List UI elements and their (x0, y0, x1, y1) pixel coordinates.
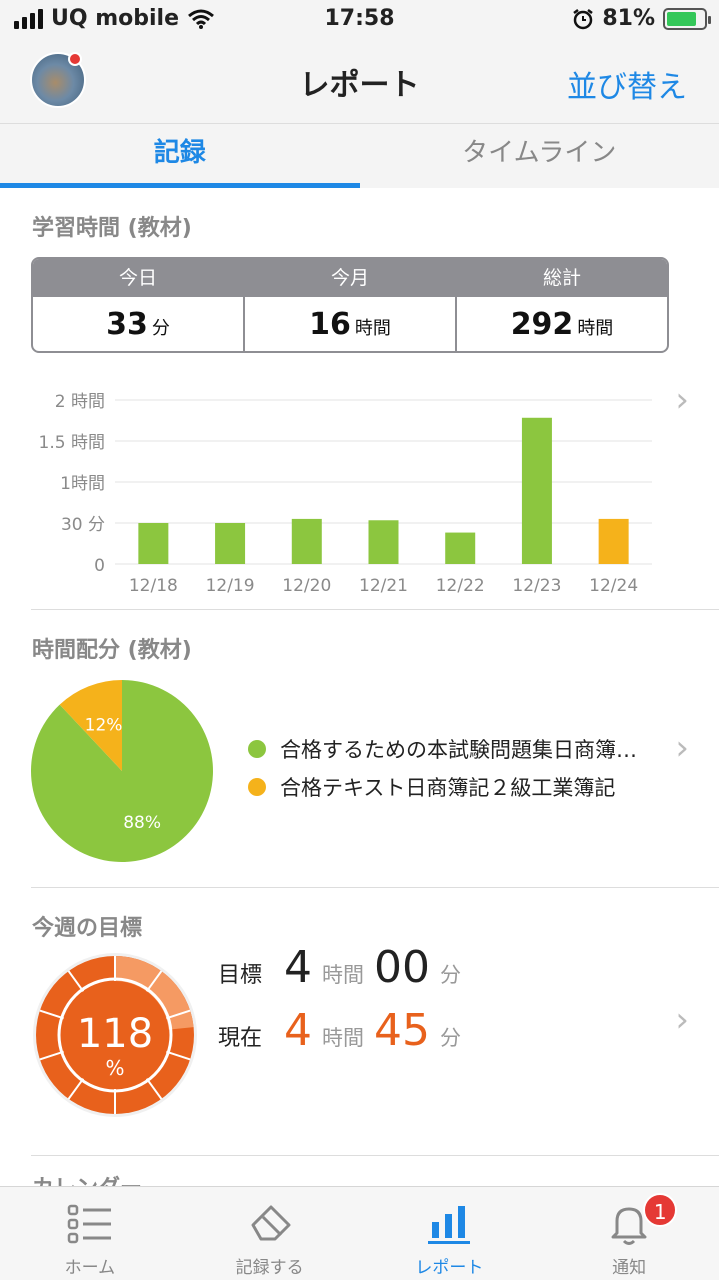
goal-target-row: 目標 4 時間 00 分 (218, 942, 461, 993)
tab-home[interactable]: ホーム (0, 1187, 180, 1280)
legend-item[interactable]: 合格テキスト日商簿記２級工業簿記 (248, 768, 637, 806)
x-tick-label: 12/18 (129, 576, 178, 596)
sort-button[interactable]: 並び替え (567, 62, 687, 106)
bar[interactable] (215, 523, 246, 564)
stat-label: 総計 (457, 259, 667, 297)
chevron-right-icon[interactable]: › (675, 380, 689, 420)
x-tick-label: 12/24 (589, 576, 638, 596)
tab-report[interactable]: レポート (360, 1187, 540, 1280)
alarm-icon (573, 8, 594, 29)
stat-month: 今月 16 時間 (245, 259, 457, 351)
study-stats-table: 今日 33 分 今月 16 時間 総計 292 時間 (31, 257, 669, 353)
bar[interactable] (521, 417, 552, 564)
battery-percent: 81% (602, 6, 655, 31)
stat-unit: 時間 (577, 318, 614, 339)
report-tabs: 記録 タイムライン (0, 124, 719, 188)
x-tick-label: 12/19 (206, 576, 255, 596)
stat-label: 今月 (245, 259, 455, 297)
hour-unit: 時間 (322, 1026, 364, 1050)
x-tick-label: 12/20 (282, 576, 331, 596)
tab-label: ホーム (64, 1258, 116, 1278)
stat-value: 16 (309, 306, 351, 342)
tab-label: 通知 (612, 1258, 647, 1278)
current-label: 現在 (218, 1026, 263, 1051)
x-tick-label: 12/21 (359, 576, 408, 596)
x-tick-label: 12/23 (512, 576, 561, 596)
allocation-legend: 合格するための本試験問題集日商簿… 合格テキスト日商簿記２級工業簿記 (248, 730, 637, 806)
stat-today: 今日 33 分 (33, 259, 245, 351)
legend-dot (248, 740, 266, 758)
list-icon (66, 1201, 114, 1247)
legend-label: 合格するための本試験問題集日商簿… (280, 738, 637, 762)
tab-timeline[interactable]: タイムライン (360, 124, 719, 188)
pie-label: 12% (85, 715, 123, 735)
status-right: 81% (572, 6, 711, 31)
bar[interactable] (445, 532, 476, 564)
legend-label: 合格テキスト日商簿記２級工業簿記 (280, 776, 616, 800)
divider (31, 1155, 719, 1156)
current-hours: 4 (284, 1005, 312, 1056)
bar[interactable] (598, 518, 629, 564)
current-minutes: 45 (374, 1005, 430, 1056)
target-label: 目標 (218, 963, 263, 988)
stat-label: 今日 (33, 259, 243, 297)
y-tick-label: 1.5 時間 (39, 433, 105, 453)
y-tick-label: 2 時間 (55, 392, 105, 412)
tab-records[interactable]: 記録 (0, 124, 360, 188)
gauge-percent: 118 (77, 1011, 153, 1057)
daily-study-bar-chart[interactable]: 0 30 分 1時間 1.5 時間 2 時間 12/18 12/19 12/20 12/21 12… (0, 375, 719, 605)
minute-unit: 分 (440, 963, 461, 987)
divider (31, 887, 719, 888)
bar[interactable] (291, 518, 322, 564)
tab-bar: ホーム 記録する レポート 通知 1 (0, 1186, 719, 1280)
stat-total: 総計 292 時間 (457, 259, 667, 351)
tab-record[interactable]: 記録する (180, 1187, 360, 1280)
y-tick-label: 0 (94, 556, 105, 576)
x-tick-label: 12/22 (436, 576, 485, 596)
pie-label: 88% (123, 813, 161, 833)
stat-unit: 時間 (354, 318, 391, 339)
chevron-right-icon[interactable]: › (675, 728, 689, 768)
stat-value: 33 (106, 306, 148, 342)
bar-chart-icon (425, 1201, 473, 1247)
legend-dot (248, 778, 266, 796)
tab-label: レポート (415, 1258, 484, 1278)
goal-progress-gauge: 118% (33, 953, 197, 1117)
y-tick-label: 30 分 (61, 515, 105, 535)
weekly-goal-title: 今週の目標 (32, 916, 143, 941)
bar[interactable] (138, 523, 169, 564)
eraser-icon (246, 1201, 294, 1247)
target-minutes: 00 (374, 942, 430, 993)
allocation-pie-chart[interactable]: 88% 12% (30, 679, 214, 863)
allocation-title: 時間配分 (教材) (32, 638, 192, 663)
bar[interactable] (368, 520, 399, 564)
notification-badge: 1 (643, 1193, 678, 1227)
battery-icon (663, 7, 711, 30)
tab-label: 記録する (235, 1258, 304, 1278)
gauge-percent-sign: % (105, 1056, 124, 1080)
nav-bar: レポート 並び替え (0, 40, 719, 124)
tab-notifications[interactable]: 通知 1 (539, 1187, 719, 1280)
chevron-right-icon[interactable]: › (675, 1000, 689, 1040)
y-tick-label: 1時間 (60, 474, 105, 494)
legend-item[interactable]: 合格するための本試験問題集日商簿… (248, 730, 637, 768)
target-hours: 4 (284, 942, 312, 993)
stat-value: 292 (510, 306, 574, 342)
divider (31, 609, 719, 610)
study-time-title: 学習時間 (教材) (32, 216, 192, 241)
stat-unit: 分 (151, 318, 170, 339)
goal-current-row: 現在 4 時間 45 分 (218, 1005, 461, 1056)
hour-unit: 時間 (322, 963, 364, 987)
status-bar: UQ mobile 17:58 81% (0, 0, 719, 40)
minute-unit: 分 (440, 1026, 461, 1050)
